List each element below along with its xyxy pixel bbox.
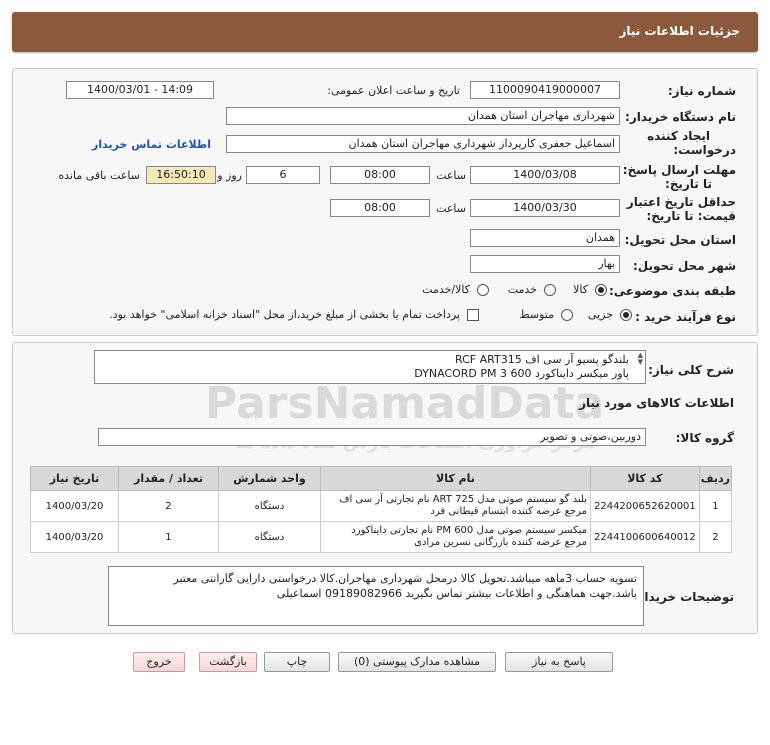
row-code: 2244100600640012 (589, 521, 700, 553)
deadline-label-2: تا تاریخ: (664, 177, 712, 191)
row-unit: دستگاه (217, 521, 321, 553)
buyer-notes-line-2: باشد.جهت هماهنگی و اطلاعات بیشتر تماس بگ… (276, 587, 637, 600)
summary-label: شرح کلی نیاز: (648, 363, 734, 377)
validity-time-field: 08:00 (330, 199, 430, 217)
col-qty: تعداد / مقدار (117, 466, 219, 491)
exit-button[interactable]: خروج (133, 652, 185, 672)
need-number-field: 1100090419000007 (470, 81, 620, 99)
process-radio-minor[interactable] (620, 309, 632, 321)
goods-section-title: اطلاعات کالاهای مورد نیاز (579, 396, 734, 410)
goods-table-header: ردیف کد کالا نام کالا واحد شمارش تعداد /… (30, 466, 733, 491)
validity-date-field: 1400/03/30 (470, 199, 620, 217)
buyer-notes-label: توضیحات خریدار: (632, 590, 734, 604)
row-name-line-1: بلند گو سیستم صوتی مدل ART 725 نام تجارت… (339, 494, 587, 505)
row-unit: دستگاه (217, 490, 321, 522)
back-button[interactable]: بازگشت (199, 652, 257, 672)
category-radio-goods[interactable] (595, 284, 607, 296)
days-label: روز و (217, 169, 242, 182)
validity-time-label: ساعت (436, 202, 466, 215)
creator-label-1: ایجاد کننده (647, 129, 710, 143)
col-unit: واحد شمارش (217, 466, 321, 491)
buyer-notes-box: تسویه حساب 3ماهه میباشد.تحویل کالا درمحل… (108, 566, 644, 626)
category-radio-service[interactable] (544, 284, 556, 296)
process-radio-medium[interactable] (561, 309, 573, 321)
creator-field: اسماعیل جعفری کارپرداز شهرداری مهاجران ا… (226, 135, 620, 153)
summary-line-1: بلندگو پسیو آر سی اف RCF ART315 (455, 353, 629, 366)
row-name-line-1: میکسر سیستم صوتی مدل PM 600 نام تجارتی د… (351, 525, 587, 536)
goods-table: ردیف کد کالا نام کالا واحد شمارش تعداد /… (30, 466, 733, 553)
category-option-goods-service: کالا/خدمت (422, 283, 470, 296)
category-label: طبقه بندی موضوعی: (608, 284, 736, 298)
city-field: بهار (470, 255, 620, 273)
row-date: 1400/03/20 (30, 521, 119, 553)
process-option-minor: جزیی (587, 308, 613, 321)
row-qty: 1 (117, 521, 219, 553)
buyer-notes-line-1: تسویه حساب 3ماهه میباشد.تحویل کالا درمحل… (173, 572, 637, 585)
col-code: کد کالا (589, 466, 700, 491)
buyer-org-field: شهرداری مهاجران استان همدان (226, 107, 620, 125)
days-remaining-field: 6 (246, 166, 320, 184)
page-header: جزئیات اطلاعات نیاز (12, 12, 758, 52)
category-option-service: خدمت (507, 283, 537, 296)
process-label: نوع فرآیند خرید : (635, 310, 736, 324)
row-qty: 2 (117, 490, 219, 522)
deadline-time-field: 08:00 (330, 166, 430, 184)
province-label: استان محل تحویل: (624, 233, 736, 247)
row-name: بلند گو سیستم صوتی مدل ART 725 نام تجارت… (319, 490, 591, 522)
goods-group-label: گروه کالا: (675, 431, 734, 445)
row-index: 1 (698, 490, 733, 522)
buyer-org-label: نام دستگاه خریدار: (625, 110, 736, 124)
category-radio-goods-service[interactable] (477, 284, 489, 296)
page-title: جزئیات اطلاعات نیاز (619, 24, 740, 38)
col-date: تاریخ نیاز (30, 466, 119, 491)
remaining-time-label: ساعت باقی مانده (58, 169, 140, 182)
table-row: 2 2244100600640012 میکسر سیستم صوتی مدل … (30, 521, 733, 553)
process-option-medium: متوسط (519, 308, 554, 321)
province-field: همدان (470, 229, 620, 247)
goods-group-field: دوربین،صوتی و تصویر (98, 428, 646, 446)
view-attachments-button[interactable]: مشاهده مدارک پیوستی (0) (338, 652, 496, 672)
row-name: میکسر سیستم صوتی مدل PM 600 نام تجارتی د… (319, 521, 591, 553)
buyer-contact-link[interactable]: اطلاعات تماس خریدار (92, 138, 211, 151)
deadline-date-field: 1400/03/08 (470, 166, 620, 184)
row-name-line-2: مرجع عرضه کننده بازرگانی نسرین مرادی (414, 537, 587, 548)
row-date: 1400/03/20 (30, 490, 119, 522)
row-code: 2244200652620001 (589, 490, 700, 522)
treasury-payment-checkbox[interactable] (467, 309, 479, 321)
validity-label-2: قیمت: تا تاریخ: (646, 209, 736, 223)
textarea-scroll-arrows-icon[interactable]: ▲ ▼ (638, 352, 643, 366)
col-index: ردیف (698, 466, 733, 491)
need-number-label: شماره نیاز: (667, 84, 736, 98)
announce-date-field: 1400/03/01 - 14:09 (66, 81, 214, 99)
table-row: 1 2244200652620001 بلند گو سیستم صوتی مد… (30, 490, 733, 522)
reply-button[interactable]: پاسخ به نیاز (505, 652, 613, 672)
row-name-line-2: مرجع عرضه کننده ابتسام قیطانی فرد (430, 506, 587, 517)
deadline-label-1: مهلت ارسال پاسخ: (622, 163, 736, 177)
summary-textarea[interactable]: بلندگو پسیو آر سی اف RCF ART315 پاور میک… (94, 350, 646, 384)
category-option-goods: کالا (573, 283, 588, 296)
col-name: نام کالا (319, 466, 591, 491)
remaining-time-field: 16:50:10 (146, 166, 216, 184)
validity-label-1: حداقل تاریخ اعتبار (626, 195, 736, 209)
announce-label: تاریخ و ساعت اعلان عمومی: (327, 84, 460, 97)
row-index: 2 (698, 521, 733, 553)
deadline-time-label: ساعت (436, 169, 466, 182)
print-button[interactable]: چاپ (264, 652, 330, 672)
treasury-payment-note: پرداخت تمام یا بخشی از مبلغ خرید،از محل … (109, 308, 460, 321)
creator-label-2: درخواست: (673, 143, 736, 157)
city-label: شهر محل تحویل: (632, 259, 736, 273)
summary-line-2: پاور میکسر دایناکورد DYNACORD PM 3 600 (414, 367, 629, 380)
